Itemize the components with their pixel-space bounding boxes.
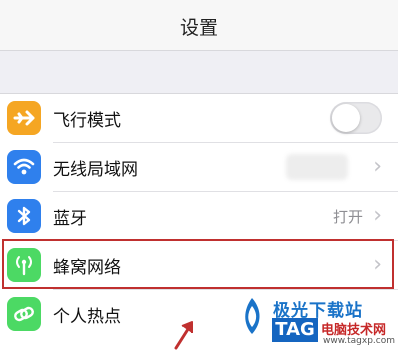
airplane-mode-toggle[interactable] <box>330 102 382 134</box>
blurred-network-name <box>286 154 348 180</box>
settings-row-label: 飞行模式 <box>53 111 121 131</box>
watermark-url: www.tagxp.com <box>323 336 395 346</box>
settings-row-label: 无线局域网 <box>53 160 138 180</box>
page-title: 设置 <box>179 17 218 39</box>
watermark-tag: TAG <box>272 318 318 342</box>
navigation-bar: 设置 <box>0 0 398 51</box>
airplane-icon <box>7 101 41 135</box>
bluetooth-status: 打开 <box>332 208 363 226</box>
settings-row-label: 个人热点 <box>53 307 121 327</box>
bluetooth-icon <box>7 199 41 233</box>
settings-row-label: 蓝牙 <box>53 209 87 229</box>
watermark-logo <box>245 298 260 334</box>
cellular-highlight-box <box>2 239 394 289</box>
pointer-arrow-icon <box>174 321 193 350</box>
settings-row-airplane-mode[interactable]: 飞行模式 <box>0 94 398 143</box>
hotspot-link-icon <box>7 297 41 331</box>
chevron-right-icon: › <box>373 154 382 179</box>
settings-row-bluetooth[interactable]: 蓝牙 打开 › <box>0 192 398 241</box>
toggle-knob <box>332 104 360 132</box>
chevron-right-icon: › <box>373 203 382 228</box>
wifi-icon <box>7 150 41 184</box>
settings-row-wifi[interactable]: 无线局域网 › <box>0 143 398 192</box>
